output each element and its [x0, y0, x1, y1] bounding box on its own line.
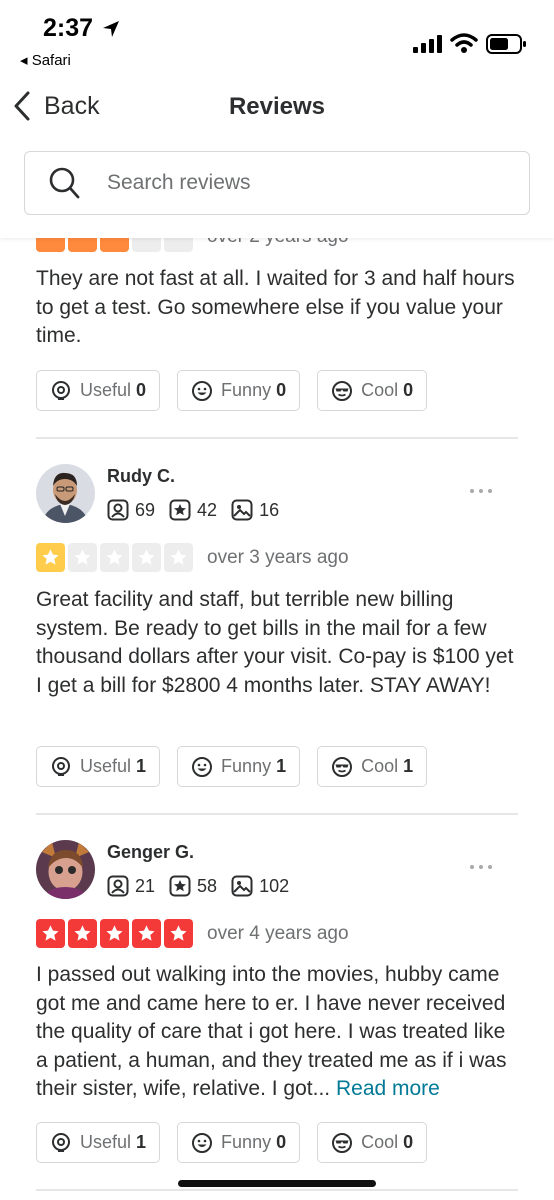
review-text: Great facility and staff, but terrible n… — [36, 588, 514, 697]
star-icon — [164, 919, 193, 948]
funny-label: Funny — [221, 1132, 272, 1152]
useful-count: 0 — [136, 380, 147, 400]
useful-label: Useful — [80, 1132, 132, 1152]
review-text: They are not fast at all. I waited for 3… — [36, 267, 515, 347]
useful-button[interactable]: Useful 0 — [36, 370, 161, 411]
divider — [36, 813, 518, 815]
cool-label: Cool — [361, 1132, 399, 1152]
cool-label: Cool — [361, 380, 399, 400]
funny-count: 1 — [276, 756, 287, 776]
sunglasses-face-icon — [332, 380, 353, 401]
review-text: I passed out walking into the movies, hu… — [36, 961, 516, 1104]
lightbulb-icon — [52, 756, 70, 776]
review-date: over 4 years ago — [207, 923, 349, 944]
vote-buttons: Useful 1 Funny 1 Cool 1 — [36, 746, 428, 787]
star-icon — [36, 543, 65, 572]
review-count-star-icon — [169, 499, 191, 521]
smiley-icon — [192, 380, 213, 401]
cool-count: 0 — [403, 380, 414, 400]
avatar-rudy-image — [36, 464, 95, 523]
friends-icon — [107, 875, 129, 897]
star-icon — [132, 919, 161, 948]
more-options-button[interactable] — [470, 481, 502, 501]
reviewer-stats: 69 42 16 — [107, 499, 287, 521]
star-icon — [100, 919, 129, 948]
friends-count: 69 — [135, 499, 156, 520]
avatar-genger-image — [36, 840, 95, 899]
star-icon — [36, 919, 65, 948]
reviewer-stats: 21 58 102 — [107, 875, 297, 897]
read-more-link[interactable]: Read more — [336, 1077, 440, 1100]
search-icon — [49, 167, 80, 199]
avatar[interactable] — [36, 464, 95, 523]
lightbulb-icon — [52, 380, 70, 400]
funny-label: Funny — [221, 756, 272, 776]
star-icon — [164, 543, 193, 572]
funny-button[interactable]: Funny 0 — [177, 370, 301, 411]
vote-buttons: Useful 0 Funny 0 Cool 0 — [36, 370, 428, 411]
funny-label: Funny — [221, 380, 272, 400]
star-icon — [68, 543, 97, 572]
review-count-star-icon — [169, 875, 191, 897]
reviews-count: 42 — [197, 499, 218, 520]
funny-count: 0 — [276, 380, 287, 400]
cool-button[interactable]: Cool 1 — [317, 746, 428, 787]
vote-buttons: Useful 1 Funny 0 Cool 0 — [36, 1122, 428, 1163]
cool-count: 0 — [403, 1132, 414, 1152]
funny-button[interactable]: Funny 0 — [177, 1122, 301, 1163]
search-input[interactable] — [107, 166, 507, 200]
smiley-icon — [192, 1132, 213, 1153]
smiley-icon — [192, 756, 213, 777]
divider — [36, 1189, 518, 1191]
useful-label: Useful — [80, 756, 132, 776]
cool-label: Cool — [361, 756, 399, 776]
funny-count: 0 — [276, 1132, 287, 1152]
reviewer-name[interactable]: Rudy C. — [107, 466, 175, 487]
divider — [36, 437, 518, 439]
photos-icon — [231, 499, 253, 521]
useful-count: 1 — [136, 1132, 147, 1152]
star-icon — [68, 919, 97, 948]
sunglasses-face-icon — [332, 756, 353, 777]
review-star-rating — [36, 919, 193, 948]
cool-count: 1 — [403, 756, 414, 776]
star-icon — [100, 543, 129, 572]
more-options-button[interactable] — [470, 857, 502, 877]
review-star-rating — [36, 543, 193, 572]
friends-count: 21 — [135, 875, 156, 896]
reviewer-name[interactable]: Genger G. — [107, 842, 194, 863]
friends-icon — [107, 499, 129, 521]
useful-button[interactable]: Useful 1 — [36, 746, 161, 787]
funny-button[interactable]: Funny 1 — [177, 746, 301, 787]
home-indicator[interactable] — [178, 1180, 376, 1187]
cool-button[interactable]: Cool 0 — [317, 1122, 428, 1163]
photos-icon — [231, 875, 253, 897]
reviews-count: 58 — [197, 875, 218, 896]
useful-label: Useful — [80, 380, 132, 400]
lightbulb-icon — [52, 1132, 70, 1152]
sunglasses-face-icon — [332, 1132, 353, 1153]
cool-button[interactable]: Cool 0 — [317, 370, 428, 411]
avatar[interactable] — [36, 840, 95, 899]
search-box[interactable] — [24, 151, 530, 215]
useful-count: 1 — [136, 756, 147, 776]
photos-count: 102 — [259, 875, 290, 896]
useful-button[interactable]: Useful 1 — [36, 1122, 161, 1163]
photos-count: 16 — [259, 499, 280, 520]
review-date: over 3 years ago — [207, 547, 349, 568]
star-icon — [132, 543, 161, 572]
